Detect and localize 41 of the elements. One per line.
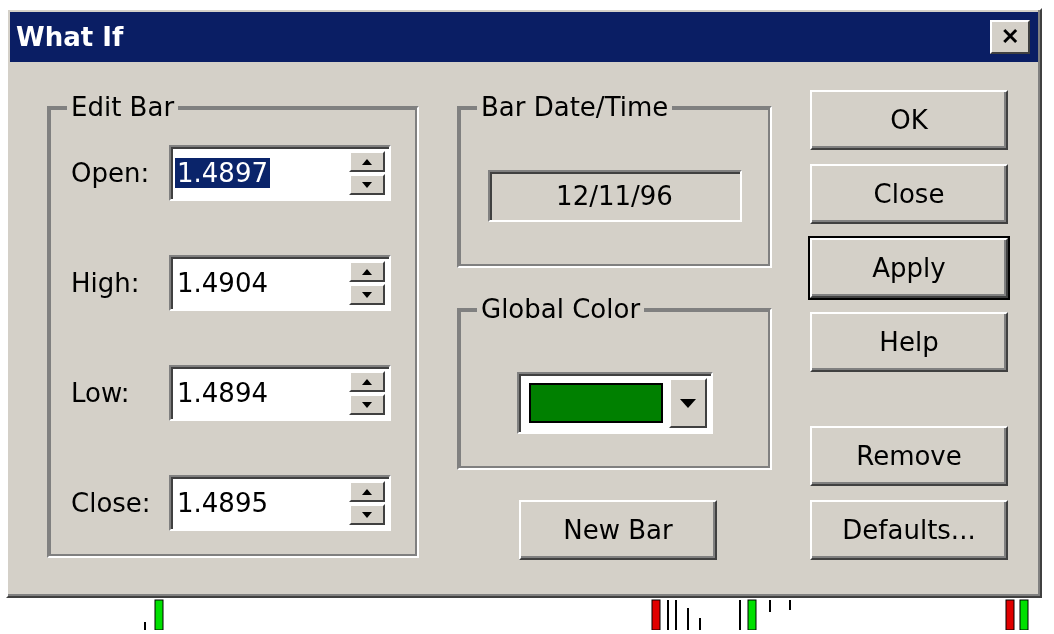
dialog-button[interactable]: Defaults...	[810, 500, 1008, 560]
field-value: 1.4895	[176, 488, 269, 518]
field-value: 1.4897	[175, 158, 270, 188]
color-dropdown[interactable]	[516, 372, 713, 434]
down-arrow-icon	[362, 181, 372, 188]
spin-down-button[interactable]	[349, 284, 385, 305]
spin-down-button[interactable]	[349, 174, 385, 195]
field-value: 1.4894	[176, 378, 269, 408]
field-label: Open:	[71, 158, 151, 188]
spin-up-button[interactable]	[349, 481, 385, 502]
close-button[interactable]: ✕	[990, 20, 1030, 54]
down-arrow-icon	[362, 511, 372, 518]
date-display: 12/11/96	[487, 170, 742, 222]
dialog-button[interactable]: Apply	[810, 238, 1008, 298]
up-arrow-icon	[362, 488, 372, 495]
dialog-button[interactable]: Close	[810, 164, 1008, 224]
down-arrow-icon	[362, 291, 372, 298]
spin-up-button[interactable]	[349, 371, 385, 392]
dropdown-button[interactable]	[668, 378, 707, 428]
up-arrow-icon	[362, 158, 372, 165]
number-field[interactable]: 1.4897	[169, 145, 391, 201]
field-label: High:	[71, 268, 141, 298]
up-arrow-icon	[362, 268, 372, 275]
dialog-button[interactable]: OK	[810, 90, 1008, 150]
field-label: Low:	[71, 378, 131, 408]
field-value: 1.4904	[176, 268, 269, 298]
new-bar-button[interactable]: New Bar	[519, 500, 717, 560]
spin-down-button[interactable]	[349, 504, 385, 525]
caret-icon	[679, 398, 696, 408]
down-arrow-icon	[362, 401, 372, 408]
dialog-button[interactable]: Remove	[810, 426, 1008, 486]
spin-up-button[interactable]	[349, 151, 385, 172]
number-field[interactable]: 1.4904	[169, 255, 391, 311]
field-label: Close:	[71, 488, 152, 518]
number-field[interactable]: 1.4894	[169, 365, 391, 421]
spin-down-button[interactable]	[349, 394, 385, 415]
spin-up-button[interactable]	[349, 261, 385, 282]
dialog-button[interactable]: Help	[810, 312, 1008, 372]
number-field[interactable]: 1.4895	[169, 475, 391, 531]
up-arrow-icon	[362, 378, 372, 385]
window-title: What If	[16, 22, 124, 52]
